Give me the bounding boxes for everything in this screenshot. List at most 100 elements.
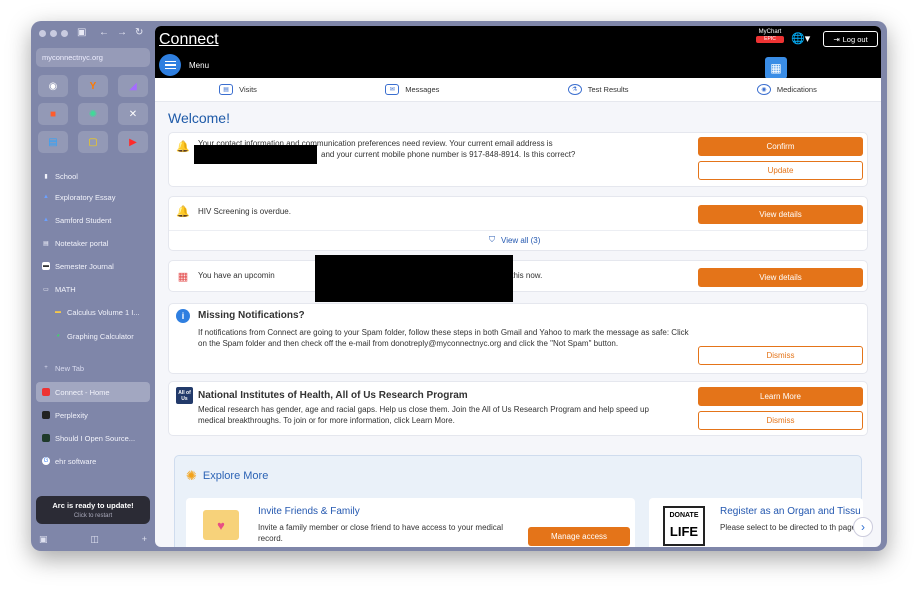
new-tab-button[interactable]: + New Tab (36, 358, 150, 378)
logout-button[interactable]: ⇥ Log out (823, 31, 878, 47)
bell-icon: 🔔 (176, 140, 190, 153)
zoom-window-button[interactable] (61, 30, 68, 37)
update-title: Arc is ready to update! (52, 501, 134, 510)
sidebar-item-graphing-calculator[interactable]: ◕ Graphing Calculator (36, 326, 150, 346)
mychart-label: MyChart (758, 29, 782, 35)
add-icon[interactable]: + (142, 534, 147, 545)
folder-math[interactable]: ▭ MATH (36, 279, 150, 299)
upcoming-view-details-button[interactable]: View details (698, 268, 863, 287)
url-bar[interactable]: myconnectnyc.org (36, 48, 150, 67)
calendar-icon: ▤ (219, 84, 234, 95)
forward-icon[interactable]: → (117, 27, 127, 38)
calendar-alert-icon: ▦ (177, 270, 189, 283)
sidebar-item-label: Samford Student (55, 215, 112, 225)
upcoming-text-a: You have an upcomin (198, 271, 275, 280)
favorite-trello-icon[interactable]: ▤ (38, 131, 68, 153)
favorite-youtube-icon[interactable]: ▶ (118, 131, 148, 153)
plus-icon: + (44, 365, 48, 371)
perplexity-favicon-icon (42, 411, 50, 419)
connect-logo[interactable]: Connect (159, 31, 219, 49)
all-of-us-logo: All of Us (176, 387, 193, 404)
tab-perplexity[interactable]: Perplexity (36, 405, 150, 425)
learn-more-button[interactable]: Learn More (698, 387, 863, 406)
tab-label: Perplexity (55, 410, 88, 420)
archive-icon[interactable]: ▣ (39, 534, 48, 545)
sidebar-item-label: Graphing Calculator (67, 331, 134, 341)
reload-icon[interactable]: ↻ (135, 27, 143, 38)
carousel-next-chevron-icon[interactable]: › (853, 517, 873, 537)
doc-icon: ▤ (43, 240, 49, 247)
tab-open-source[interactable]: Should I Open Source... (36, 428, 150, 448)
invite-title[interactable]: Invite Friends & Family (258, 506, 360, 517)
sidebar-item-exploratory-essay[interactable]: ▲ Exploratory Essay (36, 187, 150, 207)
favorite-chatgpt-icon[interactable]: ✺ (78, 103, 108, 125)
nih-dismiss-button[interactable]: Dismiss (698, 411, 863, 430)
favorite-vscode-icon[interactable]: ◢ (118, 75, 148, 97)
hiv-view-details-button[interactable]: View details (698, 205, 863, 224)
contact-review-card: 🔔 Your contact information and communica… (168, 132, 868, 187)
sidebar-item-samford-student[interactable]: ▲ Samford Student (36, 210, 150, 230)
window-controls (39, 30, 68, 37)
confirm-button[interactable]: Confirm (698, 137, 863, 156)
hiv-screening-card: 🔔 HIV Screening is overdue. View details… (168, 196, 868, 251)
life-label: LIFE (669, 524, 699, 539)
journal-icon: ▬ (42, 262, 50, 270)
language-globe-icon[interactable]: 🌐▾ (791, 32, 810, 45)
folder-school[interactable]: ▮ School (36, 166, 150, 186)
folder-school-label: School (55, 171, 78, 181)
menu-button[interactable]: Menu (159, 54, 209, 76)
logout-label: Log out (842, 34, 868, 44)
flask-icon: ⚗ (567, 84, 582, 95)
upcoming-visit-card: ▦ You have an upcomin mplete this now. V… (168, 260, 868, 292)
sidebar-item-calculus[interactable]: ▬ Calculus Volume 1 I... (36, 302, 150, 322)
shield-icon: ⛉ (489, 235, 495, 244)
nav-visits[interactable]: ▤ Visits (219, 84, 257, 95)
nav-test-results[interactable]: ⚗ Test Results (567, 84, 629, 95)
heart-folder-icon: ♥ (203, 510, 239, 540)
sidebar-item-label: Semester Journal (55, 261, 114, 271)
book-icon: ▬ (55, 309, 61, 315)
nih-text: Medical research has gender, age and rac… (198, 405, 649, 425)
qr-code-icon[interactable]: ▦ (765, 57, 787, 79)
invite-text: Invite a family member or close friend t… (258, 523, 503, 543)
update-banner[interactable]: Arc is ready to update! Click to restart (36, 496, 150, 524)
tab-label: ehr software (55, 456, 97, 466)
view-all-link[interactable]: ⛉ View all (3) (489, 235, 540, 245)
nav-messages[interactable]: ✉ Messages (385, 84, 439, 95)
organ-donor-card: DONATE LIFE Register as an Organ and Tiss… (649, 498, 863, 547)
missing-dismiss-button[interactable]: Dismiss (698, 346, 863, 365)
favorite-app-icon[interactable]: ■ (38, 103, 68, 125)
library-icon[interactable]: ◫ (90, 534, 99, 545)
epic-label: EPIC (756, 36, 784, 43)
update-button[interactable]: Update (698, 161, 863, 180)
minimize-window-button[interactable] (50, 30, 57, 37)
folder-math-label: MATH (55, 284, 76, 294)
organ-title[interactable]: Register as an Organ and Tissu (720, 506, 861, 517)
contact-text-2: and your current mobile phone number is … (321, 150, 576, 159)
sidebar-item-semester-journal[interactable]: ▬ Semester Journal (36, 256, 150, 276)
tab-ehr-software[interactable]: Gehr software (36, 451, 150, 471)
nih-research-card: All of Us National Institutes of Health,… (168, 381, 868, 436)
favorite-notes-icon[interactable]: ▢ (78, 131, 108, 153)
page-favicon-icon (42, 434, 50, 442)
nav-medications-label: Medications (776, 85, 817, 94)
tab-connect-home[interactable]: Connect - Home (36, 382, 150, 402)
hamburger-icon (159, 54, 181, 76)
nih-title: National Institutes of Health, All of Us… (198, 390, 468, 401)
back-icon[interactable]: ← (99, 27, 109, 38)
close-window-button[interactable] (39, 30, 46, 37)
nav-medications[interactable]: ◉ Medications (756, 84, 817, 95)
favorite-github-icon[interactable]: ◉ (38, 75, 68, 97)
sidebar-item-notetaker-portal[interactable]: ▤ Notetaker portal (36, 233, 150, 253)
header: Connect Menu MyChart EPIC 🌐▾ ⇥ Log out ▦ (155, 26, 881, 96)
book-icon: ▮ (44, 173, 48, 180)
sidebar-item-label: Exploratory Essay (55, 192, 116, 202)
manage-access-button[interactable]: Manage access (528, 527, 630, 546)
welcome-heading: Welcome! (168, 110, 230, 126)
favorite-x-icon[interactable]: ✕ (118, 103, 148, 125)
calculator-icon: ◕ (56, 333, 60, 339)
favorite-ycombinator-icon[interactable]: Y (78, 75, 108, 97)
logout-icon: ⇥ (833, 34, 840, 44)
sidebar-toggle-icon[interactable]: ▣ (77, 27, 86, 38)
donate-life-logo: DONATE LIFE (663, 506, 705, 546)
